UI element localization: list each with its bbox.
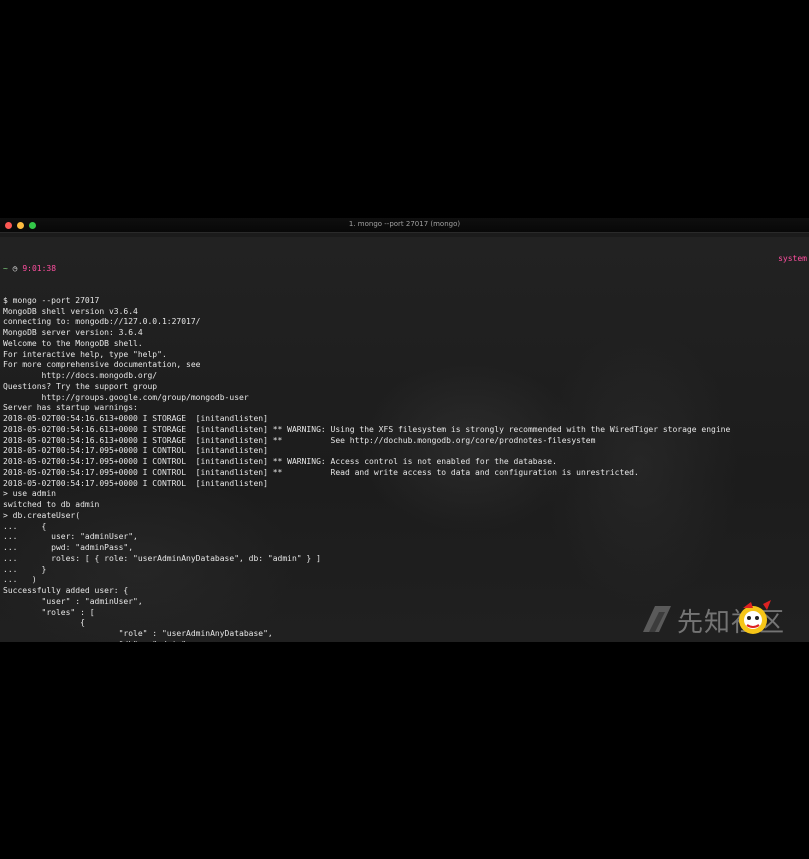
watermark: 先知社区 — [641, 598, 801, 638]
output-line: ... pwd: "adminPass", — [3, 543, 134, 552]
output-line: > db.createUser( — [3, 510, 81, 520]
output-line: MongoDB server version: 3.6.4 — [3, 328, 143, 337]
output-line: 2018-05-02T00:54:17.095+0000 I CONTROL [… — [3, 457, 557, 466]
output-line: $ mongo --port 27017 — [3, 295, 100, 305]
output-line: http://docs.mongodb.org/ — [3, 371, 158, 380]
output-line: ... roles: [ { role: "userAdminAnyDataba… — [3, 553, 321, 563]
terminal-output[interactable]: ~ ◷ 9:01:38 $ mongo --port 27017 MongoDB … — [3, 242, 806, 643]
output-line: 2018-05-02T00:54:17.095+0000 I CONTROL [… — [3, 467, 639, 477]
output-line: 2018-05-02T00:54:16.613+0000 I STORAGE [… — [3, 435, 596, 445]
terminal-window[interactable]: 1. mongo --port 27017 (mongo) ~ ◷ 9:01:3… — [0, 218, 809, 642]
output-line: For more comprehensive documentation, se… — [3, 360, 201, 370]
prompt-line: ~ ◷ 9:01:38 — [3, 264, 806, 275]
output-line: ... ) — [3, 575, 37, 585]
output-line: "db" : "admin" — [3, 640, 806, 642]
output-line: 2018-05-02T00:54:16.613+0000 I STORAGE [… — [3, 424, 731, 434]
xianzhi-logo-icon — [643, 606, 671, 632]
clock-icon: ◷ — [12, 263, 18, 273]
output-line: > use admin — [3, 489, 56, 499]
output-line: For interactive help, type "help". — [3, 349, 167, 359]
output-line: switched to db admin — [3, 500, 100, 509]
window-title: 1. mongo --port 27017 (mongo) — [348, 220, 461, 228]
output-line: ... } — [3, 564, 47, 574]
output-line: Welcome to the MongoDB shell. — [3, 338, 143, 348]
prompt-right-label: system — [778, 254, 807, 263]
output-line: connecting to: mongodb://127.0.0.1:27017… — [3, 317, 201, 327]
prompt-tilde: ~ — [3, 263, 8, 273]
output-line: ... user: "adminUser", — [3, 532, 138, 542]
output-line: MongoDB shell version v3.6.4 — [3, 306, 138, 316]
prompt-time: 9:01:38 — [22, 263, 57, 273]
output-line: ... { — [3, 521, 47, 531]
output-line: Server has startup warnings: — [3, 403, 138, 413]
output-line: Questions? Try the support group — [3, 381, 158, 391]
output-line: Successfully added user: { — [3, 586, 129, 595]
title-bar[interactable]: 1. mongo --port 27017 (mongo) — [0, 218, 809, 233]
output-line: 2018-05-02T00:54:16.613+0000 I STORAGE [… — [3, 414, 268, 423]
mascot-icon — [739, 600, 771, 634]
output-line: http://groups.google.com/group/mongodb-u… — [3, 392, 249, 402]
output-line: 2018-05-02T00:54:17.095+0000 I CONTROL [… — [3, 446, 268, 456]
output-line: 2018-05-02T00:54:17.095+0000 I CONTROL [… — [3, 478, 268, 488]
output-lines: $ mongo --port 27017 MongoDB shell versio… — [3, 296, 806, 642]
